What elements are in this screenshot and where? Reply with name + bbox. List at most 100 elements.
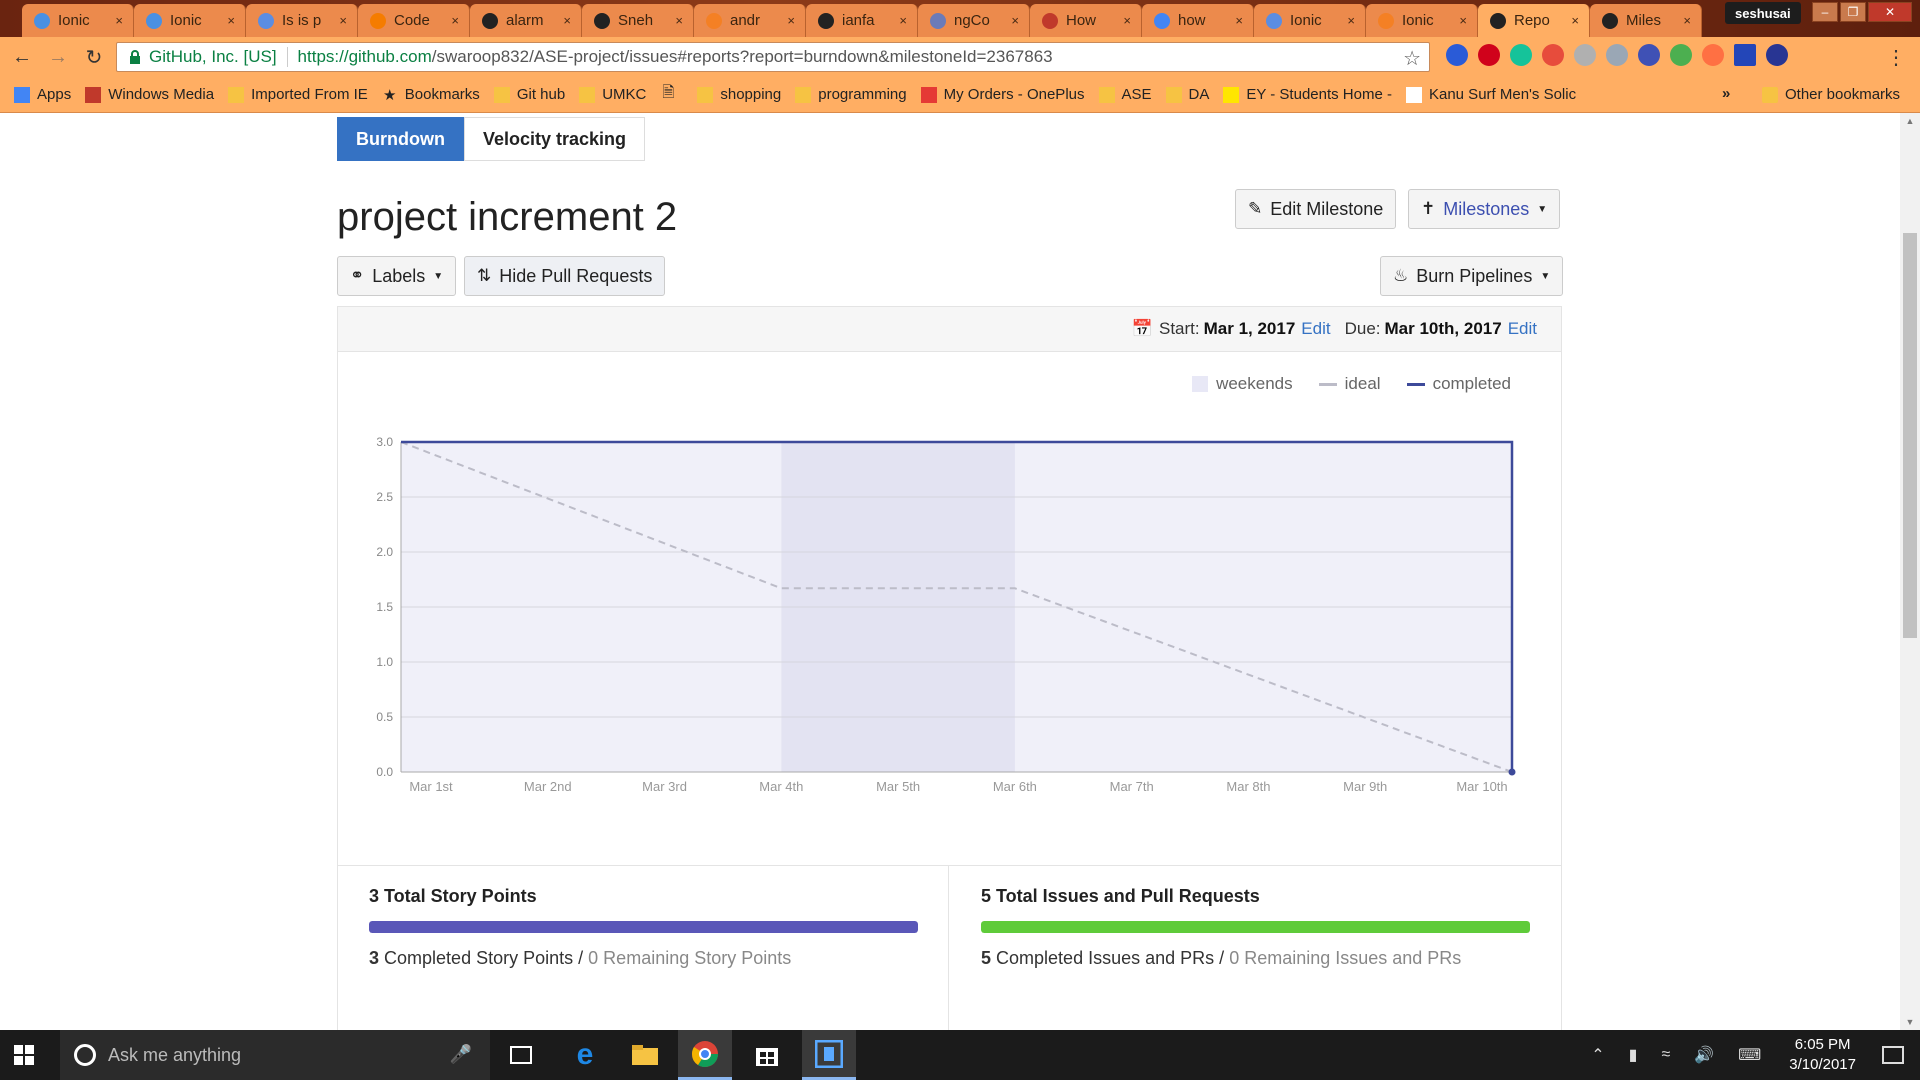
tab-burndown[interactable]: Burndown bbox=[337, 117, 464, 161]
edit-milestone-label: Edit Milestone bbox=[1270, 198, 1384, 219]
bookmark-item[interactable]: Kanu Surf Men's Solic bbox=[1405, 86, 1576, 103]
tab-close-icon[interactable]: × bbox=[899, 13, 907, 28]
tab-4[interactable]: Code × bbox=[358, 4, 470, 37]
bookmark-star-icon[interactable]: ☆ bbox=[1403, 46, 1421, 71]
tab-15[interactable]: Miles × bbox=[1590, 4, 1702, 37]
tab-velocity-tracking[interactable]: Velocity tracking bbox=[463, 117, 646, 161]
battery-icon[interactable]: ▮ bbox=[1629, 1045, 1638, 1065]
tab-5[interactable]: alarm × bbox=[470, 4, 582, 37]
extension-icon[interactable] bbox=[1446, 44, 1468, 66]
chrome-taskbar-icon[interactable] bbox=[678, 1030, 732, 1080]
tab-3[interactable]: Is is p × bbox=[246, 4, 358, 37]
zotero-icon[interactable] bbox=[1734, 44, 1756, 66]
extension-icon[interactable] bbox=[1766, 44, 1788, 66]
microphone-icon[interactable]: 🎤 bbox=[450, 1044, 472, 1065]
tab-11[interactable]: how × bbox=[1142, 4, 1254, 37]
extension-icon[interactable] bbox=[1478, 44, 1500, 66]
tab-close-icon[interactable]: × bbox=[1683, 13, 1691, 28]
task-view-icon[interactable] bbox=[494, 1030, 548, 1080]
bookmark-item[interactable]: 🗎 bbox=[660, 84, 683, 103]
tab-close-icon[interactable]: × bbox=[1347, 13, 1355, 28]
restore-button[interactable]: ❐ bbox=[1840, 2, 1866, 22]
chrome-menu-icon[interactable]: ⋮ bbox=[1886, 45, 1906, 70]
other-bookmarks[interactable]: Other bookmarks bbox=[1762, 86, 1900, 103]
tab-12[interactable]: Ionic × bbox=[1254, 4, 1366, 37]
app-taskbar-icon[interactable] bbox=[802, 1030, 856, 1080]
extension-icon[interactable] bbox=[1574, 44, 1596, 66]
hide-pull-requests-button[interactable]: ⇅ Hide Pull Requests bbox=[464, 256, 666, 296]
milestones-dropdown[interactable]: ✝ Milestones ▼ bbox=[1408, 189, 1561, 229]
tab-1[interactable]: Ionic × bbox=[22, 4, 134, 37]
tab-close-icon[interactable]: × bbox=[1571, 13, 1579, 28]
edit-milestone-button[interactable]: ✎ Edit Milestone bbox=[1235, 189, 1397, 229]
tab-favicon-icon bbox=[146, 12, 162, 29]
bookmark-item[interactable]: ★ Bookmarks bbox=[382, 86, 480, 104]
bookmark-item[interactable]: shopping bbox=[697, 86, 781, 103]
bookmark-item[interactable]: UMKC bbox=[579, 86, 646, 103]
bookmark-item[interactable]: Git hub bbox=[493, 86, 565, 103]
bookmarks-overflow-button[interactable]: » bbox=[1722, 85, 1730, 102]
labels-dropdown[interactable]: ⚭ Labels ▼ bbox=[337, 256, 457, 296]
legend-completed[interactable]: completed bbox=[1406, 374, 1511, 394]
tab-close-icon[interactable]: × bbox=[1011, 13, 1019, 28]
close-window-button[interactable]: ✕ bbox=[1868, 2, 1912, 22]
tab-close-icon[interactable]: × bbox=[227, 13, 235, 28]
scroll-thumb[interactable] bbox=[1903, 233, 1917, 638]
minimize-button[interactable]: – bbox=[1812, 2, 1838, 22]
store-icon[interactable] bbox=[740, 1030, 794, 1080]
scroll-up-arrow[interactable]: ▲ bbox=[1900, 113, 1920, 129]
page-scrollbar[interactable]: ▲ ▼ bbox=[1900, 113, 1920, 1030]
bookmark-item[interactable]: Windows Media bbox=[85, 86, 214, 103]
forward-button[interactable]: → bbox=[44, 43, 72, 71]
windows-start-icon[interactable] bbox=[0, 1030, 48, 1080]
tab-close-icon[interactable]: × bbox=[787, 13, 795, 28]
tab-close-icon[interactable]: × bbox=[675, 13, 683, 28]
extension-icon[interactable] bbox=[1638, 44, 1660, 66]
bookmark-item[interactable]: Apps bbox=[14, 86, 71, 103]
extension-icon[interactable] bbox=[1670, 44, 1692, 66]
bookmark-item[interactable]: Imported From IE bbox=[228, 86, 368, 103]
scroll-down-arrow[interactable]: ▼ bbox=[1900, 1014, 1920, 1030]
tab-2[interactable]: Ionic × bbox=[134, 4, 246, 37]
extension-icon[interactable] bbox=[1542, 44, 1564, 66]
address-bar[interactable]: GitHub, Inc. [US] https://github.com/swa… bbox=[116, 42, 1430, 72]
bookmark-item[interactable]: DA bbox=[1165, 86, 1209, 103]
tab-7[interactable]: andr × bbox=[694, 4, 806, 37]
bookmark-item[interactable]: programming bbox=[795, 86, 907, 103]
tab-close-icon[interactable]: × bbox=[563, 13, 571, 28]
edge-browser-icon[interactable]: e bbox=[558, 1030, 612, 1080]
tab-13[interactable]: Ionic × bbox=[1366, 4, 1478, 37]
tab-8[interactable]: ianfa × bbox=[806, 4, 918, 37]
legend-ideal[interactable]: ideal bbox=[1318, 374, 1381, 394]
page-content: Burndown Velocity tracking project incre… bbox=[0, 113, 1900, 1030]
file-explorer-icon[interactable] bbox=[618, 1030, 672, 1080]
tab-close-icon[interactable]: × bbox=[339, 13, 347, 28]
wifi-icon[interactable]: ≈ bbox=[1661, 1046, 1670, 1064]
tab-close-icon[interactable]: × bbox=[451, 13, 459, 28]
legend-weekends[interactable]: weekends bbox=[1192, 374, 1293, 394]
burn-pipelines-dropdown[interactable]: ♨ Burn Pipelines ▼ bbox=[1380, 256, 1564, 296]
tab-close-icon[interactable]: × bbox=[1459, 13, 1467, 28]
grammarly-icon[interactable] bbox=[1510, 44, 1532, 66]
tab-6[interactable]: Sneh × bbox=[582, 4, 694, 37]
bookmark-item[interactable]: ASE bbox=[1098, 86, 1152, 103]
extension-icon[interactable] bbox=[1702, 44, 1724, 66]
back-button[interactable]: ← bbox=[8, 43, 36, 71]
tab-close-icon[interactable]: × bbox=[1123, 13, 1131, 28]
extension-icon[interactable] bbox=[1606, 44, 1628, 66]
tab-close-icon[interactable]: × bbox=[115, 13, 123, 28]
profile-badge[interactable]: seshusai bbox=[1725, 2, 1801, 24]
show-hidden-icons-icon[interactable]: ⌃ bbox=[1591, 1045, 1604, 1065]
bookmark-item[interactable]: EY - Students Home - bbox=[1223, 86, 1392, 103]
clock[interactable]: 6:05 PM 3/10/2017 bbox=[1789, 1035, 1856, 1075]
cortana-search-box[interactable]: Ask me anything 🎤 bbox=[60, 1030, 490, 1080]
keyboard-icon[interactable]: ⌨ bbox=[1738, 1045, 1761, 1065]
reload-button[interactable]: ↻ bbox=[80, 43, 108, 71]
tab-9[interactable]: ngCo × bbox=[918, 4, 1030, 37]
volume-icon[interactable]: 🔊 bbox=[1694, 1045, 1714, 1065]
tab-14[interactable]: Repo × bbox=[1478, 4, 1590, 37]
bookmark-item[interactable]: My Orders - OnePlus bbox=[920, 86, 1085, 103]
tab-10[interactable]: How × bbox=[1030, 4, 1142, 37]
tab-close-icon[interactable]: × bbox=[1235, 13, 1243, 28]
action-center-icon[interactable] bbox=[1882, 1046, 1904, 1064]
